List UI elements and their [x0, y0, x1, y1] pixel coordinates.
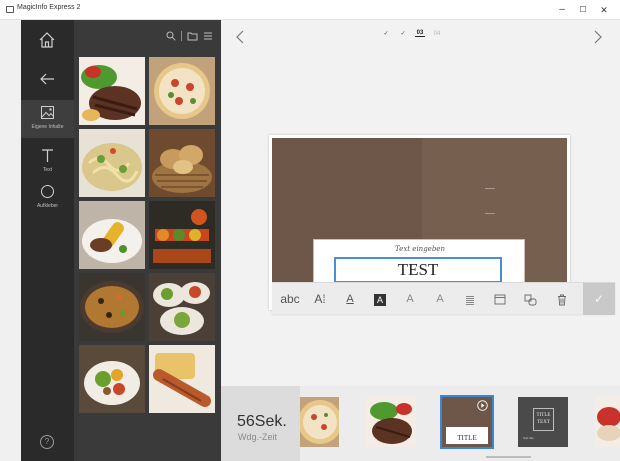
previous-step-icon[interactable] — [234, 29, 246, 45]
confirm-button[interactable]: ✓ — [583, 283, 615, 315]
step-1-done[interactable]: ✓ — [381, 30, 391, 37]
food-photo-salad-bowls — [149, 273, 215, 341]
delete-button[interactable] — [550, 283, 574, 315]
frame-thumbnail-food — [595, 397, 620, 447]
gallery-thumbnail[interactable] — [79, 345, 145, 413]
placeholder-mark — [485, 213, 495, 214]
close-button[interactable]: ✕ — [593, 2, 615, 18]
content-gallery — [74, 20, 221, 461]
frame-button[interactable] — [488, 283, 512, 315]
food-photo-skewers — [149, 201, 215, 269]
food-photo-pasta — [79, 129, 145, 197]
navigation-rail: Eigene Inhalte Text Aufkleber ? — [21, 20, 74, 461]
duration-value: 56Sek. — [237, 413, 287, 430]
food-photo-paella — [79, 273, 145, 341]
gallery-tools — [166, 29, 213, 43]
delete-icon — [558, 294, 566, 306]
step-4[interactable]: 04 — [432, 31, 442, 37]
gallery-thumbnail[interactable] — [149, 57, 215, 125]
app-window: MagicInfo Express 2 – ☐ ✕ Eigene Inhalte… — [0, 0, 620, 461]
window-title: MagicInfo Express 2 — [17, 4, 81, 11]
font-size-icon: A⁞ — [314, 292, 326, 306]
confirm-icon: ✓ — [593, 292, 605, 306]
text-icon — [42, 149, 53, 162]
filmstrip-frame[interactable]: TITLE TEXT Sub title — [518, 397, 568, 447]
frame-thumbnail-steak — [366, 397, 416, 447]
maximize-button[interactable]: ☐ — [572, 2, 594, 18]
text-style-button[interactable]: abc — [276, 283, 304, 315]
gallery-thumbnail[interactable] — [149, 129, 215, 197]
placeholder-mark — [485, 188, 495, 189]
nav-item-text[interactable]: Text — [21, 143, 74, 181]
frame-title-text: TITLE — [446, 427, 488, 444]
gallery-thumbnail[interactable] — [79, 129, 145, 197]
gallery-thumbnail[interactable] — [149, 273, 215, 341]
arrange-icon — [524, 294, 536, 306]
arrange-button[interactable] — [518, 283, 542, 315]
text-outline-icon: A — [406, 293, 414, 305]
nav-item-label: Aufkleber — [36, 203, 59, 209]
gallery-thumbnail[interactable] — [79, 57, 145, 125]
next-step-icon[interactable] — [592, 29, 604, 45]
minimize-button[interactable]: – — [551, 2, 573, 18]
filmstrip-frame[interactable] — [300, 397, 339, 447]
food-photo-grilled-corn — [79, 201, 145, 269]
sticker-icon — [41, 185, 54, 198]
search-icon[interactable] — [166, 31, 176, 41]
gallery-thumbnail[interactable] — [149, 345, 215, 413]
food-photo-salad-plate — [79, 345, 145, 413]
frame-title-text: TITLE TEXT — [533, 408, 554, 431]
gallery-thumbnail[interactable] — [79, 201, 145, 269]
food-photo-steak — [79, 57, 145, 125]
frame-thumbnail-pizza — [300, 397, 339, 447]
nav-item-label: Text — [42, 167, 53, 173]
nav-item-own-content[interactable]: Eigene Inhalte — [21, 100, 74, 138]
main-editor: ✓ ✓ 03 04 Text eingeben TEST abc A⁞ A A — [221, 20, 620, 461]
frame-subtitle: Sub title — [523, 436, 534, 440]
app-icon — [6, 6, 14, 13]
home-icon[interactable] — [38, 31, 56, 49]
back-arrow-icon[interactable] — [38, 72, 56, 86]
title-bar: MagicInfo Express 2 – ☐ ✕ — [0, 0, 620, 20]
script-text[interactable]: Text eingeben — [314, 245, 526, 253]
toolbar-divider — [181, 31, 182, 41]
folder-icon[interactable] — [187, 31, 198, 41]
step-2-done[interactable]: ✓ — [398, 30, 408, 37]
food-photo-pizza — [149, 57, 215, 125]
gallery-thumbnail[interactable] — [79, 273, 145, 341]
step-3-current[interactable]: 03 — [415, 30, 425, 37]
frame-icon — [494, 294, 506, 305]
slide-filmstrip: 56Sek. Wdg.-Zeit TITLE TITLE TEXT Sub ti… — [221, 386, 620, 461]
nav-item-stickers[interactable]: Aufkleber — [21, 179, 74, 217]
text-toolbar: abc A⁞ A A A A ✓ — [272, 282, 615, 315]
text-shadow-button[interactable]: A — [428, 283, 452, 315]
duration-panel[interactable]: 56Sek. Wdg.-Zeit — [221, 386, 300, 461]
list-view-icon[interactable] — [203, 31, 213, 41]
text-color-button[interactable]: A — [338, 283, 362, 315]
text-background-icon: A — [374, 293, 386, 306]
food-photo-sausage — [149, 345, 215, 413]
play-icon[interactable] — [477, 400, 488, 411]
align-icon — [466, 295, 474, 305]
step-indicator: ✓ ✓ 03 04 — [381, 30, 442, 37]
text-color-icon: A — [346, 293, 354, 305]
font-size-button[interactable]: A⁞ — [308, 283, 332, 315]
filmstrip-frame[interactable] — [366, 397, 416, 447]
nav-item-label: Eigene Inhalte — [31, 124, 64, 130]
text-background-button[interactable]: A — [368, 283, 392, 315]
duration-label: Wdg.-Zeit — [238, 432, 278, 442]
text-outline-button[interactable]: A — [398, 283, 422, 315]
text-shadow-icon: A — [436, 293, 444, 305]
align-button[interactable] — [458, 283, 482, 315]
image-icon — [41, 106, 54, 119]
text-style-label: abc — [280, 292, 300, 306]
help-button[interactable]: ? — [40, 435, 54, 449]
gallery-thumbnail[interactable] — [149, 201, 215, 269]
main-text-box[interactable]: TEST — [334, 257, 502, 283]
filmstrip-scrollbar[interactable] — [486, 456, 531, 458]
food-photo-bread — [149, 129, 215, 197]
filmstrip-frame-selected[interactable]: TITLE — [440, 395, 494, 449]
filmstrip-frame[interactable] — [595, 397, 620, 447]
